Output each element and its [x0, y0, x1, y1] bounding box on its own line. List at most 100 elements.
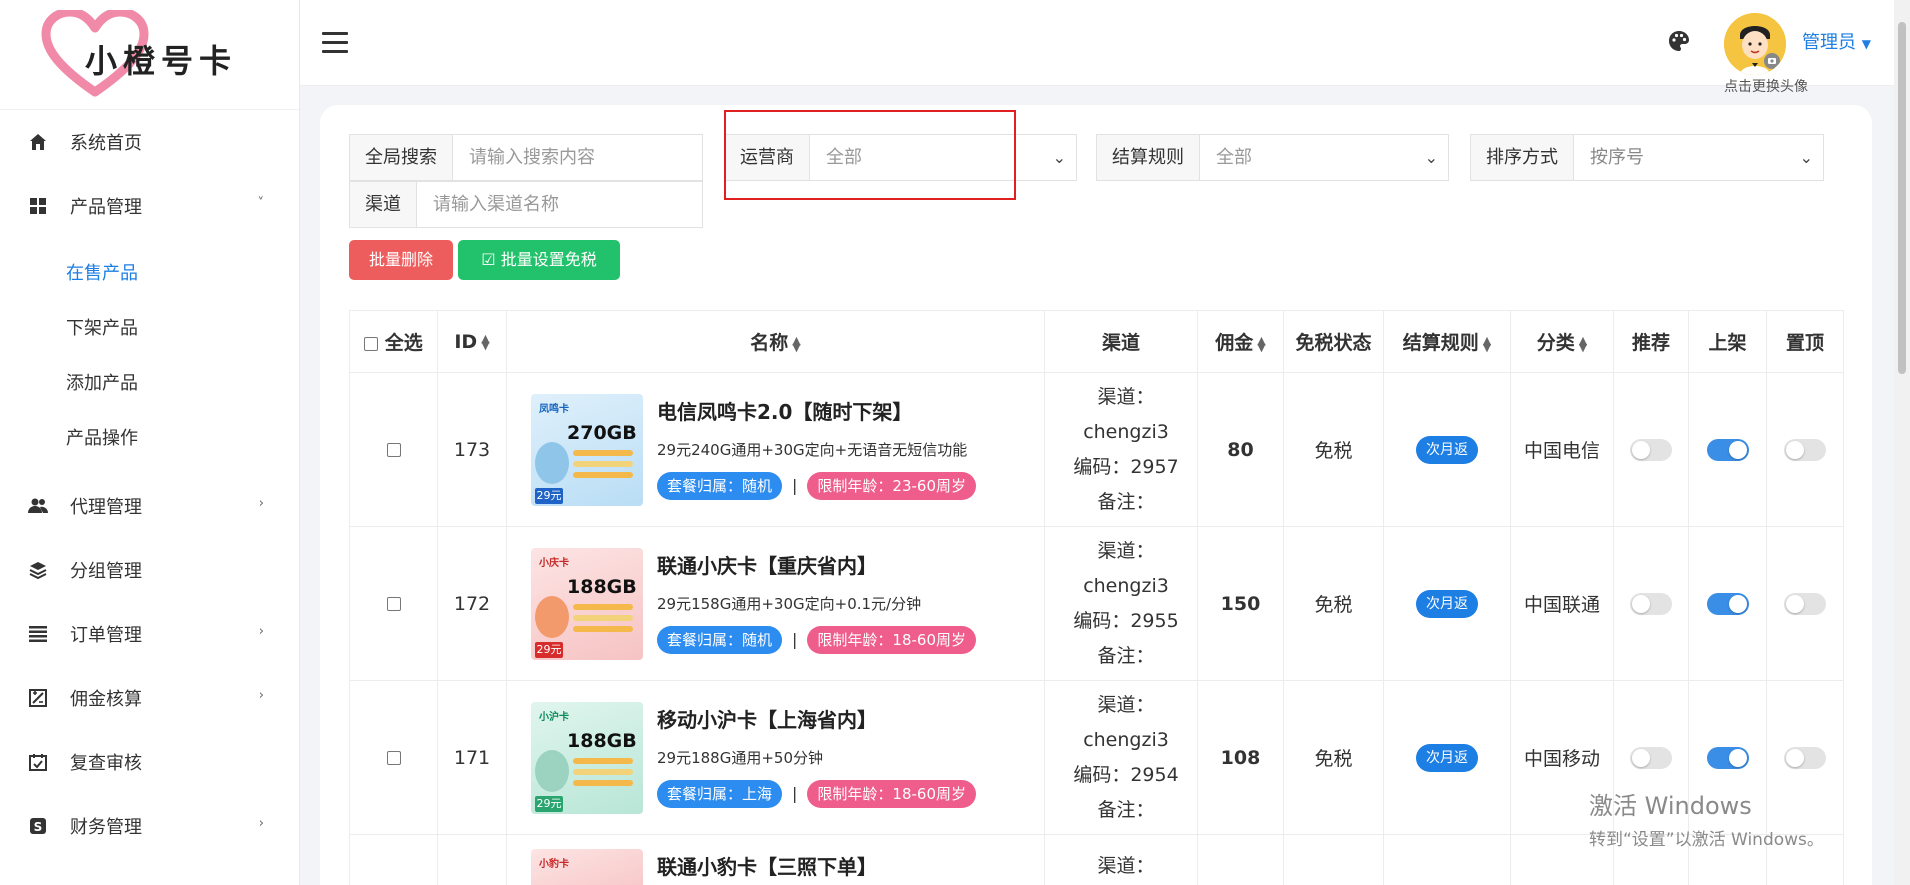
row-select-cell	[349, 834, 438, 885]
table-header-row: 全选 ID ▲ ▼ 名称 ▲ ▼ 渠道 佣金 ▲ ▼ 免税状态 结算规则 ▲ ▼ 分类 ▲ ▼ 推荐…	[349, 310, 1844, 373]
settle-select-group: 结算规则 全部 ⌄	[1096, 134, 1449, 181]
top-toggle[interactable]	[1784, 592, 1826, 615]
code-text: 编码：2955	[1073, 609, 1179, 632]
row-channel-cell: 渠道：chengzi3 编码：2954 备注：	[1044, 680, 1198, 835]
commission-header-label: 佣金	[1215, 332, 1254, 354]
recommend-toggle[interactable]	[1630, 746, 1672, 769]
thumb-gb: 188GB	[567, 575, 637, 598]
name-header[interactable]: 名称 ▲ ▼	[506, 310, 1045, 373]
select-all-header[interactable]: 全选	[349, 310, 438, 373]
channel-header-label: 渠道	[1101, 332, 1140, 354]
sort-label: 排序方式	[1471, 135, 1574, 180]
avatar-hint[interactable]: 点击更换头像	[1724, 76, 1808, 96]
online-toggle[interactable]	[1706, 438, 1749, 461]
sidebar-item-finance[interactable]: S 财务管理 ›	[0, 794, 299, 858]
row-online-cell	[1688, 372, 1767, 527]
row-online-cell	[1688, 526, 1767, 681]
row-select-cell	[349, 680, 438, 835]
sidebar-item-review[interactable]: 复查审核	[0, 730, 299, 794]
product-desc: 29元240G通用+30G定向+无语音无短信功能	[657, 440, 968, 459]
row-top-cell	[1766, 372, 1844, 527]
thumb-gb: 270GB	[567, 421, 637, 444]
batch-tax-button[interactable]: ☑ 批量设置免税	[458, 240, 620, 280]
channel-search-group: 渠道 请输入渠道名称	[349, 181, 703, 228]
product-thumbnail[interactable]: 凤鸣卡 270GB 29元	[531, 393, 643, 506]
row-id: 172	[437, 526, 507, 681]
select-all-checkbox[interactable]	[364, 336, 379, 351]
row-settle-cell: 次月返	[1383, 680, 1511, 835]
product-thumbnail[interactable]: 小豹卡	[531, 849, 643, 885]
channel-input[interactable]: 请输入渠道名称	[417, 182, 702, 227]
row-select-cell	[349, 372, 438, 527]
admin-label: 管理员	[1802, 32, 1856, 53]
online-toggle[interactable]	[1706, 592, 1749, 615]
batch-delete-button[interactable]: 批量删除	[349, 240, 453, 280]
sidebar-item-groups[interactable]: 分组管理	[0, 538, 299, 602]
thumb-price: 29元	[535, 795, 563, 812]
table-row: 172 小庆卡 188GB 29元 联通小庆卡【重庆省内】 29元158G通用+…	[349, 526, 1844, 681]
row-checkbox[interactable]	[386, 597, 401, 611]
products-submenu: 在售产品 下架产品 添加产品 产品操作	[0, 238, 299, 474]
submenu-item-add-product[interactable]: 添加产品	[0, 356, 299, 411]
menu-toggle-icon[interactable]	[322, 32, 348, 54]
product-thumbnail[interactable]: 小庆卡 188GB 29元	[531, 547, 643, 660]
chevron-right-icon: ›	[258, 816, 264, 831]
sort-icon: ▲ ▼	[1257, 333, 1266, 354]
row-select-cell	[349, 526, 438, 681]
thumb-brand: 小庆卡	[539, 557, 569, 569]
sidebar-item-label: 佣金核算	[70, 689, 142, 710]
sidebar-item-commission[interactable]: 佣金核算 ›	[0, 666, 299, 730]
layers-icon	[28, 560, 48, 580]
sidebar-item-home[interactable]: 系统首页	[0, 110, 299, 174]
avatar[interactable]	[1724, 13, 1786, 75]
sidebar-item-agents[interactable]: 代理管理 ›	[0, 474, 299, 538]
palette-icon[interactable]	[1667, 29, 1691, 53]
scrollbar-thumb[interactable]	[1898, 22, 1906, 374]
tag-separator: |	[792, 476, 798, 495]
settle-header-label: 结算规则	[1402, 332, 1479, 354]
sidebar-menu-lower: 代理管理 › 分组管理 订单管理 › 佣金核算 › 复查审核 S 财务管理 ›	[0, 474, 299, 858]
code-text: 编码：2954	[1073, 763, 1179, 786]
watermark-line2: 转到“设置”以激活 Windows。	[1589, 830, 1824, 850]
admin-menu[interactable]: 管理员 ▼	[1802, 28, 1871, 54]
sidebar-item-orders[interactable]: 订单管理 ›	[0, 602, 299, 666]
logo[interactable]: 小橙号卡	[0, 0, 299, 110]
id-header[interactable]: ID ▲ ▼	[437, 310, 507, 373]
tag-separator: |	[792, 784, 798, 803]
row-checkbox[interactable]	[386, 751, 401, 765]
row-tax-status: 免税	[1283, 526, 1384, 681]
row-checkbox[interactable]	[386, 443, 401, 457]
global-search-input[interactable]: 请输入搜索内容	[453, 135, 702, 180]
row-recommend-cell	[1613, 526, 1689, 681]
submenu-item-product-ops[interactable]: 产品操作	[0, 411, 299, 466]
channel-text: 渠道：chengzi3	[1083, 539, 1169, 597]
settle-select[interactable]: 全部 ⌄	[1200, 135, 1448, 180]
sort-value: 按序号	[1590, 147, 1644, 168]
commission-header[interactable]: 佣金 ▲ ▼	[1197, 310, 1284, 373]
row-id: 171	[437, 680, 507, 835]
top-toggle[interactable]	[1784, 746, 1826, 769]
sidebar-item-label: 代理管理	[70, 497, 142, 518]
category-header[interactable]: 分类 ▲ ▼	[1510, 310, 1614, 373]
row-id	[437, 834, 507, 885]
top-toggle[interactable]	[1784, 438, 1826, 461]
page-scrollbar[interactable]	[1894, 0, 1910, 885]
sort-select[interactable]: 按序号 ⌄	[1574, 135, 1823, 180]
row-name-cell: 小庆卡 188GB 29元 联通小庆卡【重庆省内】 29元158G通用+30G定…	[506, 526, 1045, 681]
home-icon	[28, 132, 48, 152]
name-header-label: 名称	[750, 332, 789, 354]
submenu-item-off-shelf[interactable]: 下架产品	[0, 301, 299, 356]
users-icon	[28, 496, 48, 516]
calendar-check-icon	[28, 752, 48, 772]
submenu-item-on-sale[interactable]: 在售产品	[0, 246, 299, 301]
thumb-price: 29元	[535, 487, 563, 504]
remark-text: 备注：	[1097, 490, 1155, 513]
settle-header[interactable]: 结算规则 ▲ ▼	[1383, 310, 1511, 373]
row-name-cell: 小沪卡 188GB 29元 移动小沪卡【上海省内】 29元188G通用+50分钟…	[506, 680, 1045, 835]
sidebar-item-products[interactable]: 产品管理 ˅	[0, 174, 299, 238]
online-toggle[interactable]	[1706, 746, 1749, 769]
recommend-toggle[interactable]	[1630, 438, 1672, 461]
recommend-toggle[interactable]	[1630, 592, 1672, 615]
product-thumbnail[interactable]: 小沪卡 188GB 29元	[531, 701, 643, 814]
home-tag: 套餐归属：上海	[657, 779, 783, 808]
